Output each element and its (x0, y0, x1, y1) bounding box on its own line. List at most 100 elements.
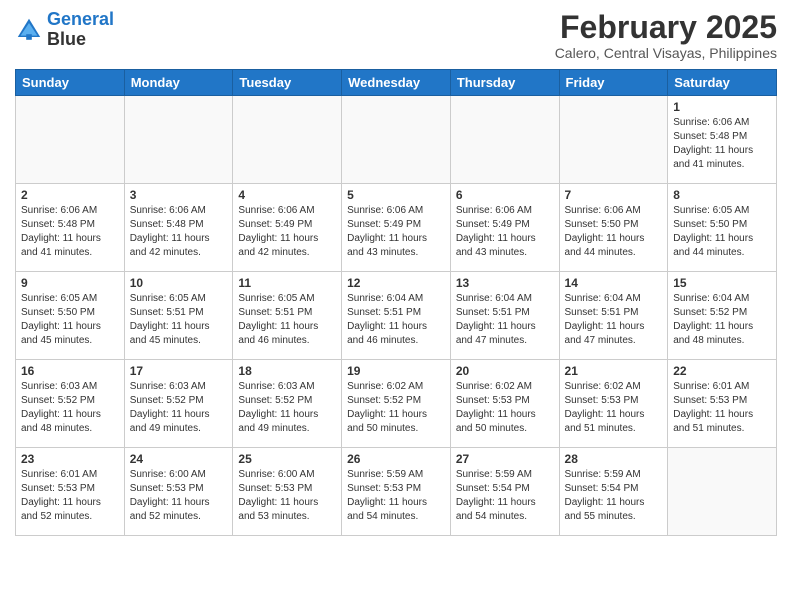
day-number: 26 (347, 452, 445, 466)
calendar-day-cell (233, 96, 342, 184)
day-number: 8 (673, 188, 771, 202)
weekday-header: Tuesday (233, 70, 342, 96)
calendar-day-cell: 15Sunrise: 6:04 AM Sunset: 5:52 PM Dayli… (668, 272, 777, 360)
day-info: Sunrise: 6:02 AM Sunset: 5:52 PM Dayligh… (347, 380, 445, 436)
day-number: 16 (21, 364, 119, 378)
calendar-day-cell (124, 96, 233, 184)
day-number: 18 (238, 364, 336, 378)
weekday-header: Thursday (450, 70, 559, 96)
calendar-header-row: SundayMondayTuesdayWednesdayThursdayFrid… (16, 70, 777, 96)
calendar-day-cell: 10 Sunrise: 6:05 AM Sunset: 5:51 PM Dayli… (124, 272, 233, 360)
day-number: 11 (238, 276, 336, 290)
day-number: 14 (565, 276, 663, 290)
calendar-day-cell (16, 96, 125, 184)
day-number: 7 (565, 188, 663, 202)
location: Calero, Central Visayas, Philippines (555, 45, 777, 61)
calendar-day-cell (342, 96, 451, 184)
day-number: 15 (673, 276, 771, 290)
calendar-day-cell: 28 Sunrise: 5:59 AM Sunset: 5:54 PM Dayli… (559, 448, 668, 536)
day-number: 20 (456, 364, 554, 378)
weekday-header: Sunday (16, 70, 125, 96)
day-number: 5 (347, 188, 445, 202)
day-info: Sunrise: 6:04 AM Sunset: 5:51 PM Dayligh… (565, 292, 663, 348)
month-title: February 2025 (555, 10, 777, 45)
logo-text: General Blue (47, 10, 114, 50)
calendar-day-cell: 23 Sunrise: 6:01 AM Sunset: 5:53 PM Dayli… (16, 448, 125, 536)
calendar-day-cell: 6 Sunrise: 6:06 AM Sunset: 5:49 PM Daylig… (450, 184, 559, 272)
calendar-day-cell: 12 Sunrise: 6:04 AM Sunset: 5:51 PM Dayli… (342, 272, 451, 360)
day-info: Sunrise: 6:02 AM Sunset: 5:53 PM Dayligh… (565, 380, 663, 436)
calendar-week-row: 2 Sunrise: 6:06 AM Sunset: 5:48 PM Daylig… (16, 184, 777, 272)
day-info: Sunrise: 6:06 AM Sunset: 5:48 PM Dayligh… (21, 204, 119, 260)
day-info: Sunrise: 6:05 AM Sunset: 5:50 PM Dayligh… (21, 292, 119, 348)
calendar-day-cell: 2 Sunrise: 6:06 AM Sunset: 5:48 PM Daylig… (16, 184, 125, 272)
day-number: 19 (347, 364, 445, 378)
calendar-day-cell: 24 Sunrise: 6:00 AM Sunset: 5:53 PM Dayli… (124, 448, 233, 536)
weekday-header: Saturday (668, 70, 777, 96)
day-number: 22 (673, 364, 771, 378)
day-info: Sunrise: 6:06 AM Sunset: 5:49 PM Dayligh… (347, 204, 445, 260)
day-number: 24 (130, 452, 228, 466)
calendar-day-cell (559, 96, 668, 184)
day-info: Sunrise: 6:06 AM Sunset: 5:48 PM Dayligh… (130, 204, 228, 260)
calendar-day-cell: 16 Sunrise: 6:03 AM Sunset: 5:52 PM Dayli… (16, 360, 125, 448)
day-info: Sunrise: 6:05 AM Sunset: 5:51 PM Dayligh… (130, 292, 228, 348)
day-number: 27 (456, 452, 554, 466)
day-info: Sunrise: 6:03 AM Sunset: 5:52 PM Dayligh… (238, 380, 336, 436)
day-info: Sunrise: 6:04 AM Sunset: 5:51 PM Dayligh… (456, 292, 554, 348)
calendar-day-cell: 11 Sunrise: 6:05 AM Sunset: 5:51 PM Dayli… (233, 272, 342, 360)
calendar-week-row: 1 Sunrise: 6:06 AM Sunset: 5:48 PM Daylig… (16, 96, 777, 184)
day-info: Sunrise: 5:59 AM Sunset: 5:53 PM Dayligh… (347, 468, 445, 524)
logo-line2: Blue (47, 30, 114, 50)
day-info: Sunrise: 6:03 AM Sunset: 5:52 PM Dayligh… (21, 380, 119, 436)
page: General Blue February 2025 Calero, Centr… (0, 0, 792, 546)
weekday-header: Friday (559, 70, 668, 96)
day-number: 4 (238, 188, 336, 202)
day-info: Sunrise: 6:06 AM Sunset: 5:50 PM Dayligh… (565, 204, 663, 260)
calendar-day-cell: 5 Sunrise: 6:06 AM Sunset: 5:49 PM Daylig… (342, 184, 451, 272)
calendar-day-cell: 14 Sunrise: 6:04 AM Sunset: 5:51 PM Dayli… (559, 272, 668, 360)
calendar-day-cell: 13 Sunrise: 6:04 AM Sunset: 5:51 PM Dayli… (450, 272, 559, 360)
day-number: 2 (21, 188, 119, 202)
calendar-week-row: 16 Sunrise: 6:03 AM Sunset: 5:52 PM Dayli… (16, 360, 777, 448)
calendar-day-cell: 22 Sunrise: 6:01 AM Sunset: 5:53 PM Dayli… (668, 360, 777, 448)
day-info: Sunrise: 5:59 AM Sunset: 5:54 PM Dayligh… (456, 468, 554, 524)
day-number: 9 (21, 276, 119, 290)
calendar-week-row: 23 Sunrise: 6:01 AM Sunset: 5:53 PM Dayli… (16, 448, 777, 536)
calendar-day-cell: 18 Sunrise: 6:03 AM Sunset: 5:52 PM Dayli… (233, 360, 342, 448)
day-number: 28 (565, 452, 663, 466)
calendar-day-cell: 3Sunrise: 6:06 AM Sunset: 5:48 PM Daylig… (124, 184, 233, 272)
day-info: Sunrise: 6:01 AM Sunset: 5:53 PM Dayligh… (673, 380, 771, 436)
weekday-header: Wednesday (342, 70, 451, 96)
calendar-day-cell (450, 96, 559, 184)
calendar-day-cell: 9 Sunrise: 6:05 AM Sunset: 5:50 PM Daylig… (16, 272, 125, 360)
calendar-day-cell: 19 Sunrise: 6:02 AM Sunset: 5:52 PM Dayli… (342, 360, 451, 448)
day-info: Sunrise: 6:05 AM Sunset: 5:51 PM Dayligh… (238, 292, 336, 348)
day-info: Sunrise: 6:06 AM Sunset: 5:48 PM Dayligh… (673, 116, 771, 172)
day-info: Sunrise: 6:04 AM Sunset: 5:51 PM Dayligh… (347, 292, 445, 348)
calendar-day-cell: 1 Sunrise: 6:06 AM Sunset: 5:48 PM Daylig… (668, 96, 777, 184)
day-number: 17 (130, 364, 228, 378)
day-info: Sunrise: 6:02 AM Sunset: 5:53 PM Dayligh… (456, 380, 554, 436)
day-number: 10 (130, 276, 228, 290)
day-number: 6 (456, 188, 554, 202)
calendar: SundayMondayTuesdayWednesdayThursdayFrid… (15, 69, 777, 536)
day-number: 13 (456, 276, 554, 290)
calendar-day-cell: 20 Sunrise: 6:02 AM Sunset: 5:53 PM Dayli… (450, 360, 559, 448)
logo-line1: General (47, 9, 114, 29)
day-info: Sunrise: 6:01 AM Sunset: 5:53 PM Dayligh… (21, 468, 119, 524)
calendar-day-cell: 4 Sunrise: 6:06 AM Sunset: 5:49 PM Daylig… (233, 184, 342, 272)
header: General Blue February 2025 Calero, Centr… (15, 10, 777, 61)
calendar-day-cell: 21 Sunrise: 6:02 AM Sunset: 5:53 PM Dayli… (559, 360, 668, 448)
calendar-day-cell: 26 Sunrise: 5:59 AM Sunset: 5:53 PM Dayli… (342, 448, 451, 536)
day-number: 21 (565, 364, 663, 378)
day-info: Sunrise: 5:59 AM Sunset: 5:54 PM Dayligh… (565, 468, 663, 524)
day-info: Sunrise: 6:06 AM Sunset: 5:49 PM Dayligh… (456, 204, 554, 260)
day-number: 1 (673, 100, 771, 114)
day-number: 12 (347, 276, 445, 290)
logo: General Blue (15, 10, 114, 50)
day-info: Sunrise: 6:06 AM Sunset: 5:49 PM Dayligh… (238, 204, 336, 260)
day-info: Sunrise: 6:00 AM Sunset: 5:53 PM Dayligh… (130, 468, 228, 524)
calendar-day-cell: 25Sunrise: 6:00 AM Sunset: 5:53 PM Dayli… (233, 448, 342, 536)
day-number: 23 (21, 452, 119, 466)
